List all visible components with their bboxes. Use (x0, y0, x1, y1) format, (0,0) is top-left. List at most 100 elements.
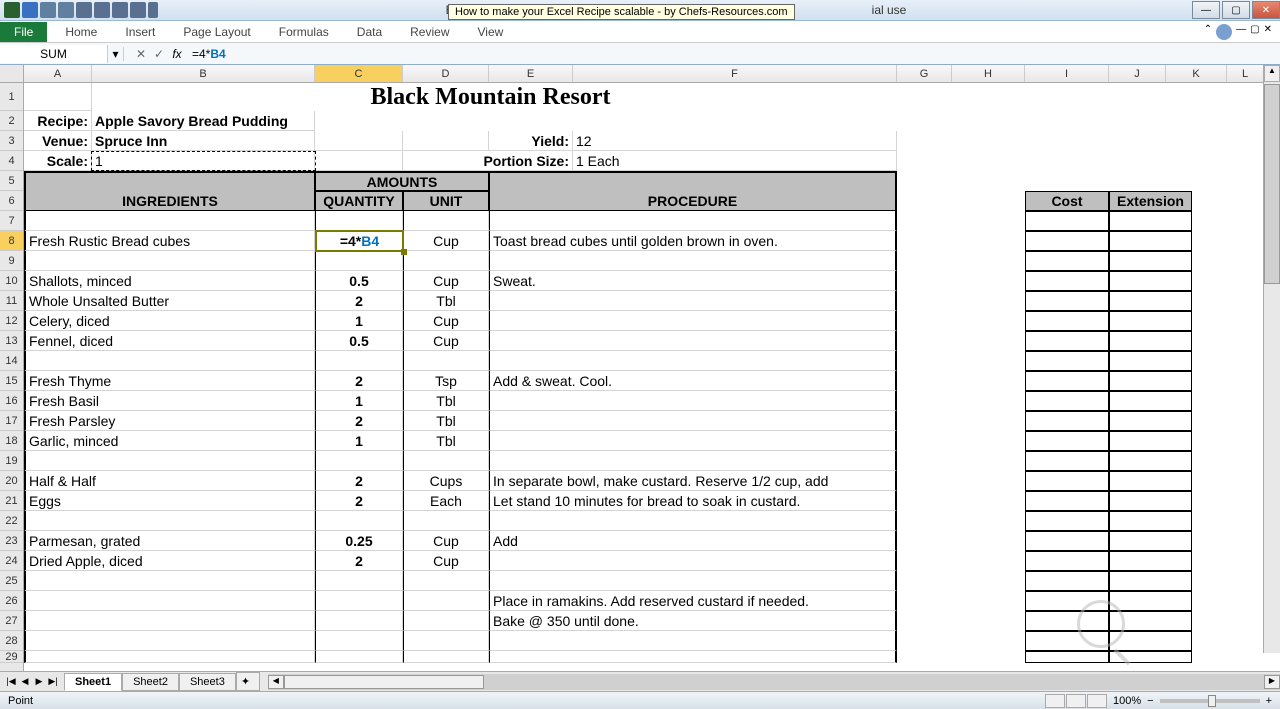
row-header-21[interactable]: 21 (0, 491, 23, 511)
ingredient-name[interactable]: Fresh Rustic Bread cubes (24, 231, 315, 251)
ingredient-qty[interactable] (315, 351, 403, 371)
row-header-20[interactable]: 20 (0, 471, 23, 491)
extension-cell[interactable] (1109, 311, 1192, 331)
horizontal-scrollbar[interactable]: ◀ ▶ (268, 674, 1280, 690)
procedure-text[interactable]: Sweat. (489, 271, 897, 291)
ingredient-unit[interactable]: Cup (403, 331, 489, 351)
ingredient-qty[interactable]: 1 (315, 391, 403, 411)
row-header-3[interactable]: 3 (0, 131, 23, 151)
ingredient-qty[interactable]: 2 (315, 471, 403, 491)
normal-view-button[interactable] (1045, 694, 1065, 708)
ingredient-qty[interactable]: 2 (315, 491, 403, 511)
row-header-1[interactable]: 1 (0, 83, 23, 111)
save-icon[interactable] (22, 2, 38, 18)
col-header-G[interactable]: G (897, 65, 952, 82)
col-header-C[interactable]: C (315, 65, 403, 82)
row-header-27[interactable]: 27 (0, 611, 23, 631)
ingredient-name[interactable] (24, 351, 315, 371)
ingredient-unit[interactable]: Tbl (403, 391, 489, 411)
procedure-text[interactable] (489, 511, 897, 531)
tab-review[interactable]: Review (396, 22, 463, 42)
new-sheet-button[interactable]: ✦ (236, 672, 260, 691)
ingredient-qty[interactable] (315, 591, 403, 611)
procedure-text[interactable]: Add (489, 531, 897, 551)
select-all-corner[interactable] (0, 65, 24, 82)
ingredient-unit[interactable] (403, 351, 489, 371)
procedure-text[interactable] (489, 631, 897, 651)
ingredient-name[interactable]: Fresh Parsley (24, 411, 315, 431)
undo-icon[interactable] (40, 2, 56, 18)
ingredient-name[interactable]: Fennel, diced (24, 331, 315, 351)
ingredient-name[interactable]: Celery, diced (24, 311, 315, 331)
cost-cell[interactable] (1025, 271, 1109, 291)
tab-formulas[interactable]: Formulas (265, 22, 343, 42)
ingredient-unit[interactable] (403, 591, 489, 611)
cost-cell[interactable] (1025, 531, 1109, 551)
row-header-2[interactable]: 2 (0, 111, 23, 131)
ingredient-unit[interactable]: Tbl (403, 411, 489, 431)
cost-cell[interactable] (1025, 391, 1109, 411)
procedure-text[interactable] (489, 551, 897, 571)
ingredient-qty[interactable]: 1 (315, 431, 403, 451)
scroll-right-button[interactable]: ▶ (1264, 675, 1280, 689)
row-header-12[interactable]: 12 (0, 311, 23, 331)
ingredient-qty[interactable] (315, 571, 403, 591)
ingredient-unit[interactable]: Tbl (403, 291, 489, 311)
procedure-text[interactable] (489, 251, 897, 271)
cost-cell[interactable] (1025, 211, 1109, 231)
row-header-15[interactable]: 15 (0, 371, 23, 391)
row-header-11[interactable]: 11 (0, 291, 23, 311)
page-layout-view-button[interactable] (1066, 694, 1086, 708)
ingredient-unit[interactable]: Cup (403, 271, 489, 291)
sheet-tab-1[interactable]: Sheet1 (64, 673, 122, 691)
row-header-26[interactable]: 26 (0, 591, 23, 611)
extension-cell[interactable] (1109, 491, 1192, 511)
col-header-B[interactable]: B (92, 65, 315, 82)
redo-icon[interactable] (58, 2, 74, 18)
ingredient-qty[interactable]: 0.25 (315, 531, 403, 551)
ingredient-name[interactable]: Shallots, minced (24, 271, 315, 291)
extension-cell[interactable] (1109, 431, 1192, 451)
row-header-14[interactable]: 14 (0, 351, 23, 371)
ingredient-unit[interactable] (403, 571, 489, 591)
ingredient-name[interactable] (24, 451, 315, 471)
ingredient-qty[interactable] (315, 651, 403, 663)
row-header-22[interactable]: 22 (0, 511, 23, 531)
row-header-5[interactable]: 5 (0, 171, 23, 191)
extension-cell[interactable] (1109, 211, 1192, 231)
fx-icon[interactable]: fx (168, 47, 186, 61)
ingredient-name[interactable]: Half & Half (24, 471, 315, 491)
ingredient-unit[interactable]: Tsp (403, 371, 489, 391)
sheet-nav-last[interactable]: ▶| (46, 676, 60, 687)
cost-cell[interactable] (1025, 651, 1109, 663)
ingredient-qty[interactable]: 1 (315, 311, 403, 331)
cost-cell[interactable] (1025, 511, 1109, 531)
extension-cell[interactable] (1109, 291, 1192, 311)
cost-cell[interactable] (1025, 231, 1109, 251)
ingredient-name[interactable] (24, 651, 315, 663)
enter-formula-icon[interactable]: ✓ (150, 47, 168, 61)
window-restore-icon[interactable]: ▢ (1250, 24, 1259, 40)
ingredient-unit[interactable]: Cup (403, 311, 489, 331)
row-header-4[interactable]: 4 (0, 151, 23, 171)
row-header-24[interactable]: 24 (0, 551, 23, 571)
extension-cell[interactable] (1109, 231, 1192, 251)
tab-insert[interactable]: Insert (111, 22, 169, 42)
cost-cell[interactable] (1025, 571, 1109, 591)
col-header-L[interactable]: L (1227, 65, 1264, 82)
ingredient-name[interactable]: Fresh Thyme (24, 371, 315, 391)
procedure-text[interactable] (489, 431, 897, 451)
row-header-13[interactable]: 13 (0, 331, 23, 351)
extension-cell[interactable] (1109, 591, 1192, 611)
procedure-text[interactable]: In separate bowl, make custard. Reserve … (489, 471, 897, 491)
procedure-text[interactable] (489, 291, 897, 311)
qat-icon[interactable] (112, 2, 128, 18)
page-break-view-button[interactable] (1087, 694, 1107, 708)
minimize-button[interactable]: — (1192, 1, 1220, 19)
qat-icon[interactable] (130, 2, 146, 18)
zoom-in-button[interactable]: + (1266, 695, 1272, 707)
ingredient-unit[interactable]: Cups (403, 471, 489, 491)
row-header-8[interactable]: 8 (0, 231, 23, 251)
extension-cell[interactable] (1109, 271, 1192, 291)
sheet-nav-first[interactable]: |◀ (4, 676, 18, 687)
